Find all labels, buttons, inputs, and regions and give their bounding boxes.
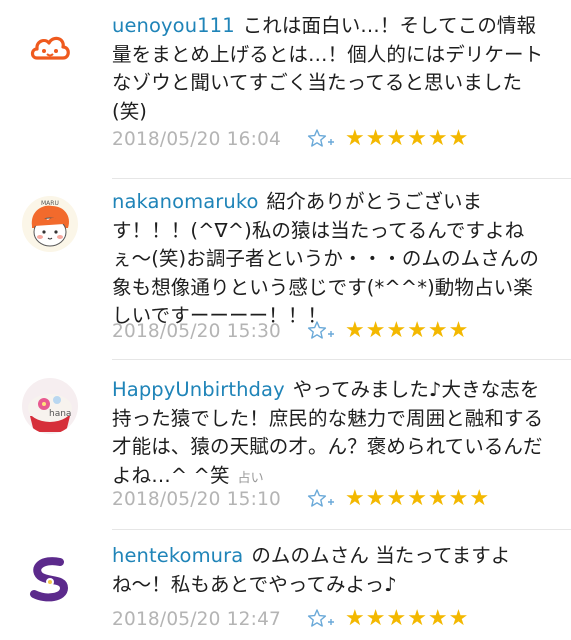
- star-rating: ★★★★★★: [345, 606, 470, 631]
- add-star-icon[interactable]: [307, 128, 335, 150]
- comment-date: 2018/05/20 15:30: [112, 320, 282, 342]
- hana-cupcake-icon: hana: [22, 378, 78, 434]
- comment-username[interactable]: hentekomura: [112, 544, 243, 567]
- star-rating: ★★★★★★: [345, 126, 470, 151]
- comment-username[interactable]: nakanomaruko: [112, 190, 259, 213]
- add-star-icon[interactable]: [307, 488, 335, 510]
- add-star-icon[interactable]: [307, 608, 335, 630]
- comment-item: hentekomura のムのムさん 当たってますよね〜！私もあとでやってみよっ♪…: [0, 530, 571, 640]
- comment-item: MARU nakanomaruko 紹介ありがとうございます！！！(^∇^)私の猿…: [0, 180, 571, 360]
- svg-text:MARU: MARU: [41, 200, 59, 207]
- comment-body: hentekomura のムのムさん 当たってますよね〜！私もあとでやってみよっ♪: [112, 542, 552, 599]
- category-tag[interactable]: 占い: [238, 471, 264, 486]
- comment-meta: 2018/05/20 16:04 ★★★★★★: [112, 126, 469, 152]
- avatar[interactable]: hana: [22, 378, 78, 434]
- orange-smiling-cloud-icon: [22, 20, 78, 76]
- divider: [112, 178, 571, 179]
- comment-body: HappyUnbirthday やってみました♪大きな志を持った猿でした！庶民的な…: [112, 376, 552, 493]
- avatar[interactable]: [22, 20, 78, 76]
- comment-meta: 2018/05/20 15:10 ★★★★★★★: [112, 486, 490, 512]
- comment-meta: 2018/05/20 12:47 ★★★★★★: [112, 606, 469, 632]
- comment-date: 2018/05/20 16:04: [112, 128, 282, 150]
- maru-cartoon-face-icon: MARU: [22, 196, 78, 252]
- comment-username[interactable]: uenoyou111: [112, 14, 235, 37]
- comment-body: nakanomaruko 紹介ありがとうございます！！！(^∇^)私の猿は当たって…: [112, 188, 552, 331]
- comment-date: 2018/05/20 15:10: [112, 488, 282, 510]
- avatar[interactable]: MARU: [22, 196, 78, 252]
- comment-date: 2018/05/20 12:47: [112, 608, 282, 630]
- comment-username[interactable]: HappyUnbirthday: [112, 378, 285, 401]
- comment-body: uenoyou111 これは面白い…！そしてこの情報量をまとめ上げるとは…！個人的…: [112, 12, 552, 126]
- purple-swirl-logo-icon: [22, 550, 78, 606]
- star-rating: ★★★★★★: [345, 318, 470, 343]
- comment-meta: 2018/05/20 15:30 ★★★★★★: [112, 318, 469, 344]
- comment-item: hana HappyUnbirthday やってみました♪大きな志を持った猿でした…: [0, 360, 571, 530]
- comment-list: uenoyou111 これは面白い…！そしてこの情報量をまとめ上げるとは…！個人的…: [0, 0, 571, 640]
- svg-text:hana: hana: [49, 409, 71, 419]
- star-rating: ★★★★★★★: [345, 486, 491, 511]
- comment-item: uenoyou111 これは面白い…！そしてこの情報量をまとめ上げるとは…！個人的…: [0, 0, 571, 180]
- avatar[interactable]: [22, 550, 78, 606]
- add-star-icon[interactable]: [307, 320, 335, 342]
